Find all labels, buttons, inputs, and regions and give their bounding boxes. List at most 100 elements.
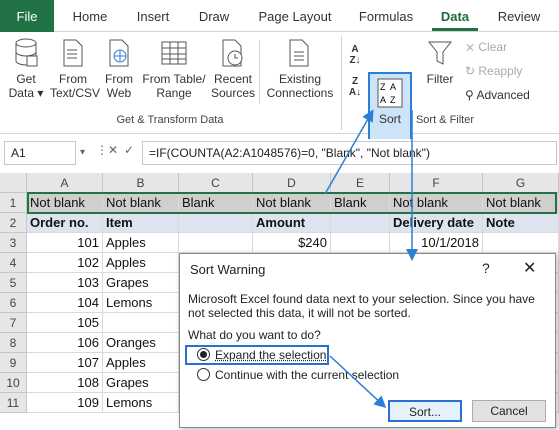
column-header-e[interactable]: E [331, 173, 390, 193]
cell-f2[interactable]: Delivery date [390, 213, 483, 233]
name-box[interactable]: A1 [4, 141, 76, 165]
expand-selection-label[interactable]: Expand the selection [215, 348, 326, 362]
row-header-11[interactable]: 11 [0, 393, 27, 413]
cell-a7[interactable]: 105 [27, 313, 103, 333]
cell-d3[interactable]: $240 [253, 233, 331, 253]
dialog-cancel-button[interactable]: Cancel [472, 400, 546, 422]
sort-button[interactable]: ZAAZ Sort [368, 72, 412, 142]
cell-a10[interactable]: 108 [27, 373, 103, 393]
tab-review[interactable]: Review [489, 0, 549, 32]
formula-bar: A1 ▾ ⋮ ✕ ✓ =IF(COUNTA(A2:A1048576)=0, "B… [0, 139, 559, 167]
from-web-button[interactable]: From Web [99, 38, 139, 100]
cell-d2[interactable]: Amount [253, 213, 331, 233]
row-header-7[interactable]: 7 [0, 313, 27, 333]
dialog-sort-button[interactable]: Sort... [388, 400, 462, 422]
from-table-range-button[interactable]: From Table/Range [140, 38, 208, 100]
connections-icon [289, 39, 309, 67]
tab-page-layout[interactable]: Page Layout [250, 0, 340, 32]
cell-e3[interactable] [331, 233, 390, 253]
cell-c3[interactable] [179, 233, 253, 253]
cell-b7[interactable] [103, 313, 179, 333]
svg-text:Z: Z [380, 82, 386, 92]
row-header-10[interactable]: 10 [0, 373, 27, 393]
cell-b2[interactable]: Item [103, 213, 179, 233]
tab-insert[interactable]: Insert [127, 0, 179, 32]
cell-f3[interactable]: 10/1/2018 [390, 233, 483, 253]
tab-home[interactable]: Home [64, 0, 116, 32]
cell-b10[interactable]: Grapes [103, 373, 179, 393]
row-header-6[interactable]: 6 [0, 293, 27, 313]
select-all-corner[interactable] [0, 173, 27, 193]
filter-button[interactable]: Filter [420, 38, 460, 86]
recent-clock-icon [222, 39, 243, 67]
cell-c2[interactable] [179, 213, 253, 233]
sort-label: Sort [378, 112, 401, 126]
column-header-f[interactable]: F [390, 173, 483, 193]
advanced-icon: ⚲ [465, 88, 477, 102]
web-page-icon [109, 39, 129, 67]
row-header-9[interactable]: 9 [0, 353, 27, 373]
tab-draw[interactable]: Draw [189, 0, 239, 32]
tab-file[interactable]: File [0, 0, 54, 32]
cell-b8[interactable]: Oranges [103, 333, 179, 353]
dialog-question: What do you want to do? [188, 328, 321, 342]
cell-a6[interactable]: 104 [27, 293, 103, 313]
dialog-title: Sort Warning [190, 262, 266, 277]
cell-b4[interactable]: Apples [103, 253, 179, 273]
cell-b5[interactable]: Grapes [103, 273, 179, 293]
row-header-4[interactable]: 4 [0, 253, 27, 273]
help-button[interactable]: ? [482, 260, 490, 276]
cancel-icon[interactable]: ✕ [108, 143, 118, 157]
cell-a2[interactable]: Order no. [27, 213, 103, 233]
existing-connections-button[interactable]: Existing Connections [264, 38, 336, 100]
row-header-3[interactable]: 3 [0, 233, 27, 253]
from-table-label-1: From Table/ [142, 72, 206, 86]
cell-a9[interactable]: 107 [27, 353, 103, 373]
recent-label-2: Sources [210, 86, 256, 100]
column-header-d[interactable]: D [253, 173, 331, 193]
cell-a11[interactable]: 109 [27, 393, 103, 413]
cell-a3[interactable]: 101 [27, 233, 103, 253]
get-data-button[interactable]: Get Data ▾ [4, 38, 48, 100]
from-web-label-1: From [105, 72, 133, 86]
existing-label-1: Existing [278, 72, 322, 86]
column-header-g[interactable]: G [483, 173, 559, 193]
tab-formulas[interactable]: Formulas [351, 0, 421, 32]
cell-a8[interactable]: 106 [27, 333, 103, 353]
sort-a-to-z-button[interactable]: A Z↓ [346, 44, 364, 66]
sort-z-to-a-button[interactable]: Z A↓ [346, 76, 364, 98]
column-header-a[interactable]: A [27, 173, 103, 193]
continue-selection-label[interactable]: Continue with the current selection [215, 368, 399, 382]
row-header-2[interactable]: 2 [0, 213, 27, 233]
ribbon-group-separator [341, 36, 342, 130]
column-header-c[interactable]: C [179, 173, 253, 193]
cell-b11[interactable]: Lemons [103, 393, 179, 413]
row-header-8[interactable]: 8 [0, 333, 27, 353]
cell-b6[interactable]: Lemons [103, 293, 179, 313]
column-header-b[interactable]: B [103, 173, 179, 193]
recent-sources-button[interactable]: Recent Sources [210, 38, 256, 100]
enter-check-icon[interactable]: ✓ [124, 143, 134, 157]
formula-input[interactable]: =IF(COUNTA(A2:A1048576)=0, "Blank", "Not… [142, 141, 557, 165]
cell-a4[interactable]: 102 [27, 253, 103, 273]
name-box-dropdown-icon[interactable]: ▾ [80, 147, 85, 158]
from-text-csv-button[interactable]: From Text/CSV [50, 38, 100, 100]
get-data-label-1: Get [16, 72, 36, 86]
reapply-button[interactable]: ↻ Reapply [465, 64, 555, 78]
recent-label-1: Recent [213, 72, 253, 86]
cell-e2[interactable] [331, 213, 390, 233]
cell-b9[interactable]: Apples [103, 353, 179, 373]
text-file-icon [63, 39, 83, 67]
expand-selection-radio[interactable] [197, 348, 210, 361]
advanced-filter-button[interactable]: ⚲ Advanced [465, 88, 555, 102]
cell-a5[interactable]: 103 [27, 273, 103, 293]
close-icon[interactable]: ✕ [523, 258, 536, 278]
row-header-1[interactable]: 1 [0, 193, 27, 213]
ribbon: Get Data ▾ From Text/CSV From Web From Tabl… [0, 32, 559, 142]
clear-filter-button[interactable]: ⨯ Clear [465, 40, 555, 54]
continue-selection-radio[interactable] [197, 368, 210, 381]
cell-b3[interactable]: Apples [103, 233, 179, 253]
row-header-5[interactable]: 5 [0, 273, 27, 293]
cell-g3[interactable] [483, 233, 559, 253]
cell-g2[interactable]: Note [483, 213, 559, 233]
